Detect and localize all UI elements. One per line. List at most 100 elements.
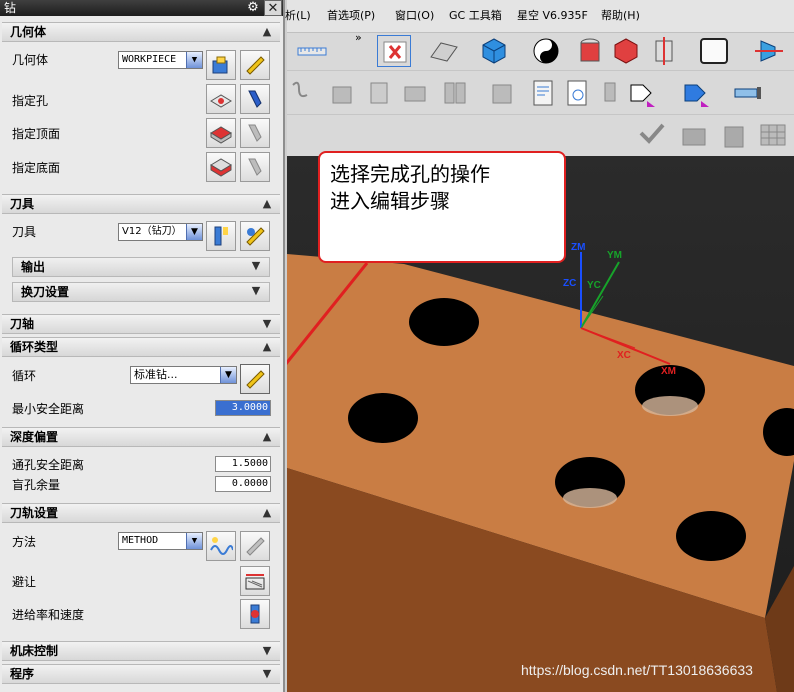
chevron-down-icon[interactable]: ▼ [259, 316, 275, 332]
feeds-speeds-button[interactable] [240, 599, 270, 629]
drill-tool-blue-icon[interactable] [679, 77, 713, 109]
red-cube-icon[interactable] [609, 35, 643, 67]
plane-view-icon[interactable] [427, 35, 461, 67]
feeds-speeds-icon [250, 604, 260, 624]
generate-path-icon[interactable] [289, 77, 323, 109]
annotation-callout: 选择完成孔的操作 进入编辑步骤 [318, 151, 566, 263]
menu-item-xingkong[interactable]: 星空 V6.935F [517, 0, 588, 32]
section-depth-offset[interactable]: 深度偏置 ▲ [2, 427, 280, 447]
display-mode-icon[interactable] [697, 35, 731, 67]
section-path-settings[interactable]: 刀轨设置 ▲ [2, 503, 280, 523]
wrench-icon [246, 227, 265, 246]
chevron-down-icon[interactable]: ▼ [248, 258, 264, 274]
feature-tool-icon[interactable] [595, 77, 629, 109]
section-tool[interactable]: 刀具 ▲ [2, 194, 280, 214]
yin-yang-icon[interactable] [529, 35, 563, 67]
section-program[interactable]: 程序 ▼ [2, 664, 280, 684]
display-bottom-button[interactable] [240, 152, 270, 182]
chevron-down-icon[interactable]: ▼ [248, 283, 264, 299]
edit-tool-button[interactable] [240, 221, 270, 251]
specify-hole-button[interactable] [206, 84, 236, 114]
shaded-cube-icon[interactable] [477, 35, 511, 67]
menu-item-help[interactable]: 帮助(H) [601, 0, 640, 32]
callout-line-1: 选择完成孔的操作 [330, 162, 490, 186]
tool-path-edit-icon[interactable] [485, 77, 519, 109]
section-cycle-type[interactable]: 循环类型 ▲ [2, 337, 280, 357]
avoidance-button[interactable] [240, 566, 270, 596]
section-geometry[interactable]: 几何体 ▲ [2, 22, 280, 42]
chevron-down-icon[interactable]: ▼ [259, 666, 275, 682]
work-plane-icon[interactable] [753, 35, 787, 67]
measure-icon[interactable] [295, 35, 329, 67]
machine-icon[interactable] [677, 119, 711, 151]
chevron-down-icon[interactable]: ▼ [259, 643, 275, 659]
boring-tool-icon[interactable] [731, 77, 765, 109]
method-select[interactable]: METHOD ▼ [118, 532, 203, 550]
method-label: 方法 [12, 535, 37, 549]
edit-method-button[interactable] [240, 531, 270, 561]
document-icon[interactable] [561, 77, 595, 109]
axis-label-xm: XM [661, 366, 676, 377]
new-tool-button[interactable] [206, 221, 236, 251]
menu-item-window[interactable]: 窗口(O) [395, 0, 434, 32]
edit-cycle-button[interactable] [240, 364, 270, 394]
drill-operation-dialog: 钻 ⚙ ✕ 几何体 ▲ 几何体 WORKPIECE ▼ 指定孔 指定顶面 指定底… [0, 0, 285, 692]
new-method-button[interactable] [206, 531, 236, 561]
chevron-up-icon[interactable]: ▲ [259, 429, 275, 445]
section-tool-axis[interactable]: 刀轴 ▼ [2, 314, 280, 334]
edit-geometry-button[interactable] [240, 50, 270, 80]
geometry-select[interactable]: WORKPIECE ▼ [118, 51, 203, 69]
machine-gray-icon[interactable] [717, 119, 751, 151]
close-icon[interactable]: ✕ [264, 0, 282, 16]
through-clearance-label: 通孔安全距离 [12, 458, 85, 472]
drill-tool-icon[interactable] [625, 77, 659, 109]
specify-top-button[interactable] [206, 118, 236, 148]
specify-bottom-button[interactable] [206, 152, 236, 182]
blind-stock-input[interactable]: 0.0000 [215, 476, 271, 492]
chevron-down-icon: ▼ [220, 367, 236, 383]
new-method-icon [210, 537, 233, 555]
subsection-output[interactable]: 输出 ▼ [12, 257, 270, 277]
menu-item-preferences[interactable]: 首选项(P) [327, 0, 375, 32]
chevron-up-icon[interactable]: ▲ [259, 24, 275, 40]
section-machine-control[interactable]: 机床控制 ▼ [2, 641, 280, 661]
menu-item-gc-toolbox[interactable]: GC 工具箱 [449, 0, 502, 32]
cycle-label: 循环 [12, 369, 37, 383]
clip-view-icon[interactable] [647, 35, 681, 67]
tool-select[interactable]: V12（钻刀） ▼ [118, 223, 203, 241]
through-clearance-input[interactable]: 1.5000 [215, 456, 271, 472]
subsection-tool-change[interactable]: 换刀设置 ▼ [12, 282, 270, 302]
toolbar-view: » [287, 31, 794, 70]
callout-line-2: 进入编辑步骤 [330, 189, 450, 213]
check-toolpath-icon[interactable] [635, 119, 669, 151]
postprocess-icon[interactable] [399, 77, 433, 109]
specify-bottom-label: 指定底面 [12, 161, 61, 175]
gear-icon[interactable]: ⚙ [244, 0, 262, 16]
section-tool-title: 刀具 [10, 197, 35, 211]
chevron-up-icon[interactable]: ▲ [259, 339, 275, 355]
new-geometry-button[interactable] [206, 50, 236, 80]
toolbar-operations [287, 70, 794, 114]
section-cylinder-icon[interactable] [573, 35, 607, 67]
cycle-select[interactable]: 标准钻... ▼ [130, 366, 237, 384]
chevron-up-icon[interactable]: ▲ [259, 196, 275, 212]
new-geometry-icon [212, 56, 228, 74]
chevron-up-icon[interactable]: ▲ [259, 505, 275, 521]
hole-5 [676, 511, 746, 561]
fit-view-icon[interactable] [377, 35, 411, 67]
section-depth-offset-title: 深度偏置 [10, 430, 59, 444]
list-icon[interactable] [363, 77, 397, 109]
shop-doc-icon[interactable] [439, 77, 473, 109]
menu-item-analysis[interactable]: 析(L) [285, 0, 311, 32]
subsection-tool-change-title: 换刀设置 [21, 285, 70, 299]
bottom-face-icon [210, 158, 232, 177]
display-hole-button[interactable] [240, 84, 270, 114]
verify-icon[interactable] [325, 77, 359, 109]
grid-table-icon[interactable] [757, 119, 791, 151]
section-geometry-title: 几何体 [10, 25, 47, 39]
min-clearance-input[interactable]: 3.0000 [215, 400, 271, 416]
report-icon[interactable] [527, 77, 561, 109]
feeds-speeds-label: 进给率和速度 [12, 608, 85, 622]
overflow-icon[interactable]: » [355, 31, 362, 44]
display-top-button[interactable] [240, 118, 270, 148]
